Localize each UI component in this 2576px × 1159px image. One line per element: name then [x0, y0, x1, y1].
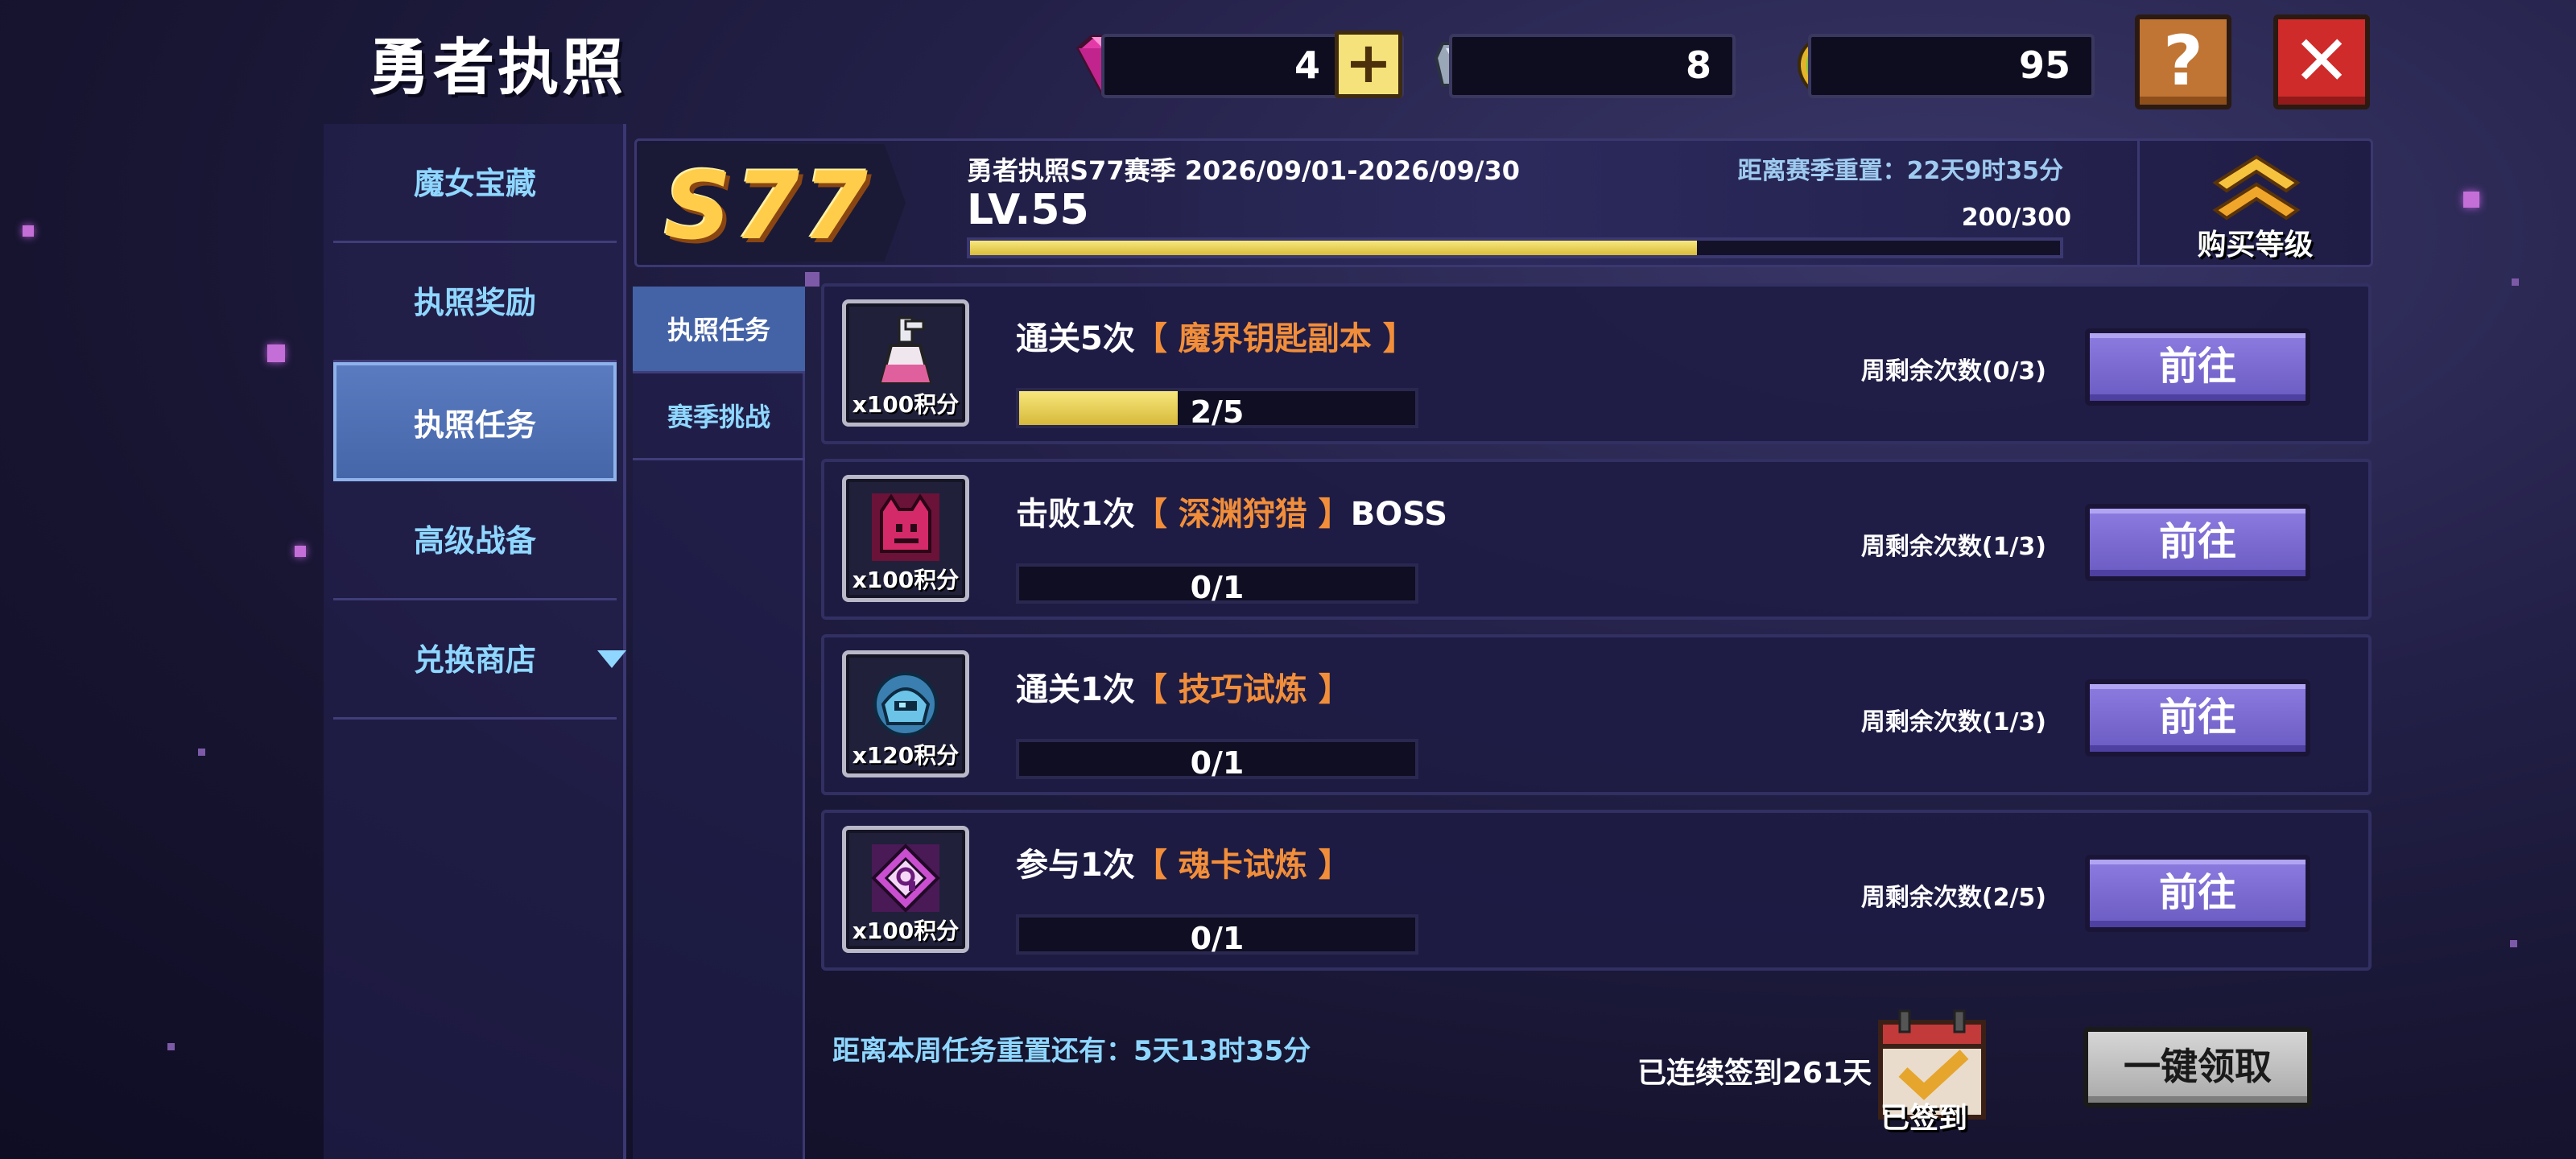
star-decoration [2463, 192, 2479, 208]
task-action: 通关5次 [1016, 320, 1135, 357]
task-target: 【 技巧试炼 】 [1134, 671, 1351, 708]
add-gems-button[interactable]: + [1335, 31, 1402, 98]
nav-item-exchange-shop[interactable]: 兑换商店 [333, 600, 626, 720]
ore-count: 8 [1685, 43, 1711, 87]
weekly-remaining: 周剩余次数(1/3) [1860, 708, 2046, 736]
help-button[interactable]: ? [2135, 14, 2231, 109]
nav-item-witch-treasure[interactable]: 魔女宝藏 [333, 124, 617, 243]
star-decoration [167, 1043, 175, 1050]
task-target: 【 深渊狩猎 】 [1134, 496, 1351, 533]
weekly-reset-timer: 距离本周任务重置还有：5天13时35分 [832, 1035, 1311, 1067]
weekly-remaining: 周剩余次数(0/3) [1860, 357, 2046, 386]
task-suffix: BOSS [1350, 496, 1448, 533]
season-badge: S77 [640, 144, 906, 262]
signed-label: 已签到 [1880, 1102, 1968, 1135]
go-button[interactable]: 前往 [2085, 679, 2310, 757]
task-card: x100积分 参与1次【 魂卡试炼 】 0/1 周剩余次数(2/5) 前往 [821, 810, 2372, 971]
double-chevron-up-icon [2212, 155, 2301, 221]
task-progress-text: 0/1 [1190, 570, 1245, 605]
go-button[interactable]: 前往 [2085, 504, 2310, 581]
tab-license-tasks[interactable]: 执照任务 [633, 287, 805, 373]
task-points: x120积分 [852, 742, 960, 769]
buy-level-button[interactable]: 购买等级 [2137, 141, 2371, 265]
soul-card-icon [871, 843, 940, 913]
season-reset-timer: 距离赛季重置：22天9时35分 [1737, 157, 2063, 185]
weekly-remaining: 周剩余次数(1/3) [1860, 533, 2046, 561]
task-reward-icon: x100积分 [842, 826, 969, 953]
task-card: x100积分 通关5次【 魔界钥匙副本 】 2/5 周剩余次数(0/3) 前往 [821, 283, 2372, 444]
page-title: 勇者执照 [369, 31, 626, 103]
task-card: x100积分 击败1次【 深渊狩猎 】BOSS 0/1 周剩余次数(1/3) 前… [821, 459, 2372, 620]
task-target: 【 魂卡试炼 】 [1134, 847, 1351, 884]
task-card: x120积分 通关1次【 技巧试炼 】 0/1 周剩余次数(1/3) 前往 [821, 634, 2372, 795]
task-progress-bar: 0/1 [1016, 563, 1418, 605]
task-progress-text: 0/1 [1190, 921, 1245, 956]
star-decoration [295, 546, 306, 557]
task-progress-text: 0/1 [1190, 745, 1245, 781]
star-decoration [2510, 940, 2517, 947]
weekly-remaining: 周剩余次数(2/5) [1860, 884, 2046, 912]
go-button[interactable]: 前往 [2085, 855, 2310, 932]
task-points: x100积分 [852, 918, 960, 944]
task-action: 参与1次 [1016, 847, 1135, 884]
gem-count: 4 [1294, 43, 1320, 87]
exp-progress-bar [967, 237, 2063, 258]
demon-icon [872, 493, 939, 561]
left-navigation: 魔女宝藏 执照奖励 执照任务 高级战备 兑换商店 [324, 124, 626, 1159]
tab-season-challenge[interactable]: 赛季挑战 [633, 373, 805, 460]
close-button[interactable]: ✕ [2273, 14, 2370, 109]
nav-item-license-tasks[interactable]: 执照任务 [333, 362, 617, 481]
buy-level-label: 购买等级 [2197, 229, 2314, 262]
seed-count: 95 [2018, 43, 2070, 87]
chevron-down-icon [597, 650, 626, 668]
task-points: x100积分 [852, 567, 960, 593]
sub-navigation: 执照任务 赛季挑战 [633, 287, 805, 1159]
task-progress-bar: 0/1 [1016, 914, 1418, 956]
task-action: 通关1次 [1016, 671, 1135, 708]
potion-icon [879, 316, 932, 384]
checkin-streak: 已连续签到261天 [1637, 1057, 1872, 1090]
star-decoration [2512, 278, 2519, 286]
star-decoration [23, 225, 34, 237]
nav-item-label: 兑换商店 [413, 642, 536, 678]
exp-progress-fill [970, 241, 1698, 255]
task-progress-bar: 0/1 [1016, 739, 1418, 781]
nav-item-advanced-gear[interactable]: 高级战备 [333, 481, 617, 600]
task-reward-icon: x100积分 [842, 299, 969, 427]
claim-all-button[interactable]: 一键领取 [2083, 1027, 2312, 1107]
seed-counter: 95 [1808, 34, 2095, 98]
star-decoration [805, 272, 819, 287]
season-banner: S77 勇者执照S77赛季 2026/09/01-2026/09/30 距离赛季… [634, 138, 2373, 267]
nav-item-license-rewards[interactable]: 执照奖励 [333, 243, 617, 362]
task-title: 通关5次【 魔界钥匙副本 】 [1016, 312, 1415, 359]
task-title: 参与1次【 魂卡试炼 】 [1016, 839, 1351, 885]
task-points: x100积分 [852, 391, 960, 418]
go-button[interactable]: 前往 [2085, 328, 2310, 406]
task-title: 通关1次【 技巧试炼 】 [1016, 663, 1351, 710]
task-action: 击败1次 [1016, 496, 1135, 533]
season-info: 勇者执照S77赛季 2026/09/01-2026/09/30 [967, 155, 1521, 186]
task-progress-bar: 2/5 [1016, 388, 1418, 430]
task-progress-text: 2/5 [1190, 394, 1245, 430]
exp-text: 200/300 [1961, 204, 2071, 232]
task-title: 击败1次【 深渊狩猎 】BOSS [1016, 488, 1447, 534]
task-target: 【 魔界钥匙副本 】 [1134, 320, 1415, 357]
task-reward-icon: x120积分 [842, 650, 969, 777]
ore-counter: 8 [1449, 34, 1736, 98]
task-reward-icon: x100积分 [842, 475, 969, 602]
helmet-icon [873, 672, 938, 736]
license-level: LV.55 [967, 186, 1089, 234]
star-decoration [267, 344, 285, 362]
star-decoration [198, 749, 205, 756]
season-number: S77 [664, 152, 871, 261]
